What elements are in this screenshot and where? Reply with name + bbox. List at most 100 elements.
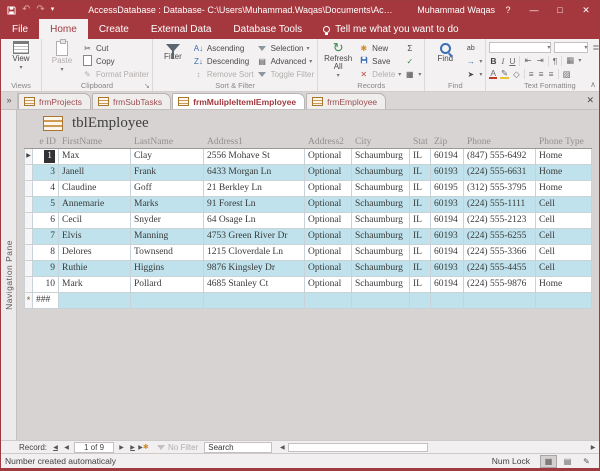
cell-address2[interactable]: Optional [305, 229, 352, 245]
navigation-pane-expand-button[interactable]: » [1, 91, 18, 109]
row-selector[interactable] [24, 165, 33, 181]
row-selector[interactable] [24, 213, 33, 229]
cell-address1[interactable]: 64 Osage Ln [204, 213, 305, 229]
cell-id[interactable]: 6 [33, 213, 59, 229]
column-header[interactable]: e ID [33, 137, 59, 147]
cell-phonetype[interactable]: Cell [536, 197, 592, 213]
datasheet-view-button[interactable]: ▦ [540, 455, 557, 468]
scroll-left-button[interactable]: ◀ [276, 444, 288, 451]
rich-text-icon[interactable]: ▨ [562, 69, 572, 80]
cell-phonetype[interactable]: Home [536, 149, 592, 165]
maximize-button[interactable]: □ [547, 5, 573, 15]
cell-lastname[interactable]: Pollard [131, 277, 204, 293]
account-name[interactable]: Muhammad Waqas [417, 5, 495, 15]
advanced-button[interactable]: ▤ Advanced ▾ [257, 55, 315, 67]
tab-database-tools[interactable]: Database Tools [222, 19, 313, 39]
tab-external-data[interactable]: External Data [140, 19, 223, 39]
cell-lastname[interactable]: Manning [131, 229, 204, 245]
cell-id[interactable]: 8 [33, 245, 59, 261]
tab-file[interactable]: File [1, 19, 39, 39]
cell-address2[interactable]: Optional [305, 197, 352, 213]
cell-phone[interactable]: (224) 555-1111 [464, 197, 536, 213]
cell-city[interactable]: Schaumburg [352, 165, 410, 181]
cell-address2[interactable] [305, 293, 352, 309]
cell-state[interactable]: IL [410, 245, 431, 261]
design-view-button[interactable]: ✎ [578, 455, 595, 468]
collapse-ribbon-button[interactable]: ∧ [590, 80, 596, 89]
tab-home[interactable]: Home [39, 19, 88, 39]
cell-city[interactable]: Schaumburg [352, 245, 410, 261]
direction-icon[interactable]: ¶ [552, 56, 559, 66]
cell-lastname[interactable]: Goff [131, 181, 204, 197]
cell-zip[interactable]: 60194 [431, 245, 464, 261]
column-header[interactable]: Address2 [305, 137, 352, 147]
row-selector[interactable] [24, 245, 33, 261]
cut-button[interactable]: ✂ Cut [82, 42, 149, 54]
cell-firstname[interactable]: Janell [59, 165, 131, 181]
help-button[interactable]: ? [495, 5, 521, 15]
cell-city[interactable] [352, 293, 410, 309]
close-object-icon[interactable]: ✕ [586, 95, 594, 106]
cell-phone[interactable]: (224) 555-3366 [464, 245, 536, 261]
remove-sort-button[interactable]: ↕ Remove Sort [193, 68, 254, 80]
cell-id[interactable]: 10 [33, 277, 59, 293]
cell-firstname[interactable]: Annemarie [59, 197, 131, 213]
scrollbar-track[interactable] [428, 443, 587, 452]
filter-button[interactable]: Filter [156, 41, 190, 80]
cell-phonetype[interactable]: Home [536, 181, 592, 197]
column-header[interactable]: Zip [431, 137, 464, 147]
spelling-button[interactable]: ✓ [404, 55, 421, 67]
cell-lastname[interactable]: Townsend [131, 245, 204, 261]
column-header[interactable]: Phone [464, 137, 536, 147]
cell-id[interactable]: ### [33, 293, 59, 309]
cell-firstname[interactable]: Mark [59, 277, 131, 293]
gridlines-icon[interactable]: ▦ [565, 55, 575, 66]
first-record-button[interactable]: ◀ [50, 444, 61, 451]
cell-firstname[interactable]: Delores [59, 245, 131, 261]
cell-phonetype[interactable]: Cell [536, 245, 592, 261]
cell-state[interactable]: IL [410, 229, 431, 245]
cell-address1[interactable]: 9876 Kingsley Dr [204, 261, 305, 277]
cell-phone[interactable]: (224) 555-6255 [464, 229, 536, 245]
cell-phonetype[interactable]: Cell [536, 229, 592, 245]
close-button[interactable]: ✕ [573, 5, 599, 16]
undo-icon[interactable]: ↶ [22, 5, 30, 15]
more-records-button[interactable]: ▦▾ [404, 68, 421, 80]
cell-lastname[interactable]: Frank [131, 165, 204, 181]
selection-button[interactable]: Selection ▾ [257, 42, 315, 54]
align-right-icon[interactable]: ≡ [548, 69, 555, 79]
align-left-icon[interactable]: ≡ [528, 69, 535, 79]
cell-city[interactable]: Schaumburg [352, 229, 410, 245]
cell-city[interactable]: Schaumburg [352, 277, 410, 293]
row-selector[interactable] [24, 181, 33, 197]
cell-address1[interactable]: 21 Berkley Ln [204, 181, 305, 197]
save-icon[interactable] [7, 6, 16, 15]
cell-address1[interactable]: 4753 Green River Dr [204, 229, 305, 245]
cell-phonetype[interactable]: Cell [536, 261, 592, 277]
filter-indicator[interactable]: No Filter [157, 443, 198, 452]
cell-address1[interactable] [204, 293, 305, 309]
previous-record-button[interactable]: ◀ [61, 444, 72, 451]
cell-phone[interactable]: (224) 555-9876 [464, 277, 536, 293]
cell-phone[interactable]: (224) 555-2123 [464, 213, 536, 229]
cell-phonetype[interactable]: Cell [536, 213, 592, 229]
document-tab[interactable]: frmMulipleItemlEmployee [172, 93, 305, 109]
cell-zip[interactable]: 60193 [431, 197, 464, 213]
find-button[interactable]: Find [428, 41, 462, 80]
cell-address2[interactable]: Optional [305, 245, 352, 261]
column-header[interactable]: Phone Type [536, 137, 592, 147]
descending-button[interactable]: Z↓ Descending [193, 55, 254, 67]
font-name-combobox[interactable]: ▾ [489, 42, 551, 53]
cell-id[interactable]: 1 [33, 149, 59, 165]
font-size-combobox[interactable]: ▾ [554, 42, 588, 53]
cell-address2[interactable]: Optional [305, 181, 352, 197]
decrease-indent-icon[interactable]: ⇤ [523, 55, 532, 66]
copy-button[interactable]: Copy [82, 55, 149, 67]
next-record-button[interactable]: ▶ [116, 444, 127, 451]
document-tab[interactable]: frmProjects [18, 93, 91, 109]
customize-qat-icon[interactable]: ▾ [51, 5, 55, 15]
totals-button[interactable]: Σ [404, 42, 421, 54]
cell-address1[interactable]: 6433 Morgan Ln [204, 165, 305, 181]
cell-zip[interactable]: 60194 [431, 149, 464, 165]
column-header[interactable]: FirstName [59, 137, 131, 147]
